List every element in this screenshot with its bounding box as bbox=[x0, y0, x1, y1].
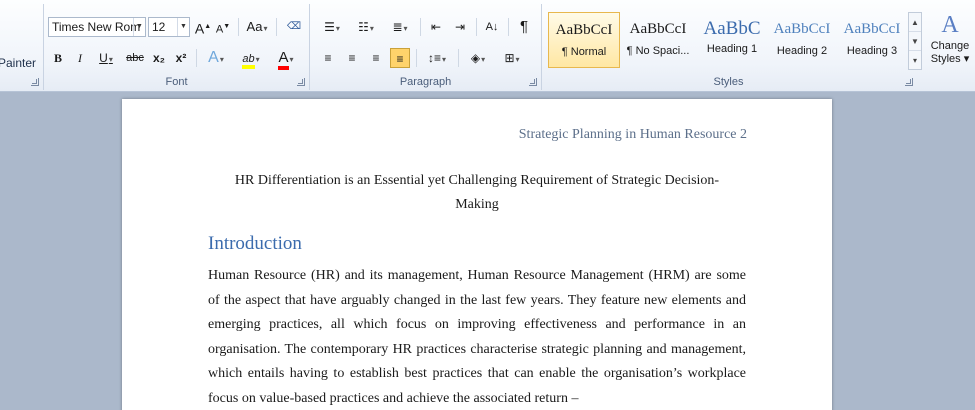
grow-font-button[interactable]: A▲ bbox=[194, 17, 212, 37]
strikethrough-button[interactable]: abc bbox=[124, 48, 146, 68]
style-heading-3[interactable]: AaBbCcI Heading 3 bbox=[836, 12, 908, 68]
styles-launcher-icon[interactable] bbox=[905, 78, 913, 86]
font-size-value: 12 bbox=[152, 20, 166, 34]
font-launcher-icon[interactable] bbox=[297, 78, 305, 86]
highlight-button[interactable]: ab bbox=[236, 48, 266, 69]
font-group-label: Font bbox=[165, 76, 188, 88]
chevron-down-icon[interactable]: ▼ bbox=[909, 32, 921, 51]
align-left-icon[interactable]: ≡ bbox=[318, 48, 338, 68]
clear-formatting-icon[interactable]: ⌫ bbox=[284, 17, 304, 37]
borders-icon[interactable]: ⊞ bbox=[498, 48, 526, 68]
separator bbox=[420, 18, 421, 36]
paragraph-launcher-icon[interactable] bbox=[529, 78, 537, 86]
superscript-button[interactable]: x² bbox=[172, 48, 190, 68]
styles-group-label: Styles bbox=[713, 76, 744, 88]
separator bbox=[276, 18, 277, 36]
sort-icon[interactable]: A↓ bbox=[482, 17, 502, 37]
separator bbox=[238, 18, 239, 36]
highlighter-icon: ab bbox=[242, 53, 255, 69]
shrink-font-button[interactable]: A▼ bbox=[214, 17, 232, 37]
separator bbox=[458, 49, 459, 67]
change-case-button[interactable]: Aa bbox=[244, 17, 270, 37]
document-title: HR Differentiation is an Essential yet C… bbox=[234, 173, 720, 212]
ribbon: Painter Times New Rom ▼ 12 ▼ A▲ A▼ Aa ⌫ … bbox=[0, 0, 975, 92]
italic-button[interactable]: I bbox=[72, 48, 88, 68]
section-heading: Introduction bbox=[208, 233, 302, 254]
clipboard-group: Painter bbox=[0, 4, 44, 90]
bold-button[interactable]: B bbox=[50, 48, 66, 68]
underline-button[interactable]: U bbox=[94, 48, 118, 68]
more-styles-icon[interactable]: ▾ bbox=[909, 51, 921, 70]
chevron-down-icon[interactable]: ▼ bbox=[177, 18, 189, 36]
shading-icon[interactable]: ◈ bbox=[464, 48, 492, 68]
style-no-spacing[interactable]: AaBbCcI ¶ No Spaci... bbox=[622, 12, 694, 68]
style-heading-1[interactable]: AaBbC Heading 1 bbox=[696, 12, 768, 68]
line-spacing-icon[interactable]: ↕≡ bbox=[422, 48, 452, 68]
font-name-value: Times New Rom bbox=[52, 20, 141, 34]
change-styles-icon: A bbox=[941, 12, 959, 38]
paragraph-group-label: Paragraph bbox=[399, 76, 452, 88]
show-marks-button[interactable]: ¶ bbox=[514, 17, 534, 37]
clipboard-launcher-icon[interactable] bbox=[31, 78, 39, 86]
separator bbox=[196, 49, 197, 67]
change-styles-label-2: Styles ▾ bbox=[930, 53, 970, 65]
format-painter-button[interactable]: Painter bbox=[0, 56, 36, 70]
font-group: Times New Rom ▼ 12 ▼ A▲ A▼ Aa ⌫ B I U ab… bbox=[44, 4, 310, 90]
increase-indent-icon[interactable]: ⇥ bbox=[450, 17, 470, 37]
chevron-down-icon[interactable]: ▼ bbox=[133, 18, 145, 36]
separator bbox=[508, 18, 509, 36]
multilevel-list-icon[interactable]: ≣ bbox=[386, 17, 414, 37]
styles-gallery: AaBbCcI ¶ Normal AaBbCcI ¶ No Spaci... A… bbox=[548, 12, 910, 70]
font-color-button[interactable]: A bbox=[272, 48, 300, 70]
style-normal[interactable]: AaBbCcI ¶ Normal bbox=[548, 12, 620, 68]
justify-icon[interactable]: ≡ bbox=[390, 48, 410, 68]
body-paragraph: Human Resource (HR) and its management, … bbox=[208, 268, 746, 406]
page-header: Strategic Planning in Human Resource 2 bbox=[518, 127, 747, 142]
separator bbox=[416, 49, 417, 67]
subscript-button[interactable]: x₂ bbox=[150, 48, 168, 68]
align-right-icon[interactable]: ≡ bbox=[366, 48, 386, 68]
font-color-icon: A bbox=[278, 49, 289, 70]
decrease-indent-icon[interactable]: ⇤ bbox=[426, 17, 446, 37]
separator bbox=[476, 18, 477, 36]
change-styles-button[interactable]: A Change Styles ▾ bbox=[926, 10, 974, 65]
text-effects-button[interactable]: A bbox=[202, 48, 230, 68]
gallery-scroll[interactable]: ▲ ▼ ▾ bbox=[908, 12, 922, 70]
style-heading-2[interactable]: AaBbCcI Heading 2 bbox=[766, 12, 838, 68]
bullets-icon[interactable]: ☰ bbox=[318, 17, 346, 37]
change-styles-label: Change bbox=[930, 40, 970, 52]
font-size-combo[interactable]: 12 ▼ bbox=[148, 17, 190, 37]
numbering-icon[interactable]: ☷ bbox=[352, 17, 380, 37]
align-center-icon[interactable]: ≡ bbox=[342, 48, 362, 68]
chevron-up-icon[interactable]: ▲ bbox=[909, 13, 921, 32]
paragraph-group: ☰ ☷ ≣ ⇤ ⇥ A↓ ¶ ≡ ≡ ≡ ≡ ↕≡ ◈ ⊞ Paragraph bbox=[310, 4, 542, 90]
document-page[interactable]: Strategic Planning in Human Resource 2 H… bbox=[122, 99, 832, 410]
font-name-combo[interactable]: Times New Rom ▼ bbox=[48, 17, 146, 37]
